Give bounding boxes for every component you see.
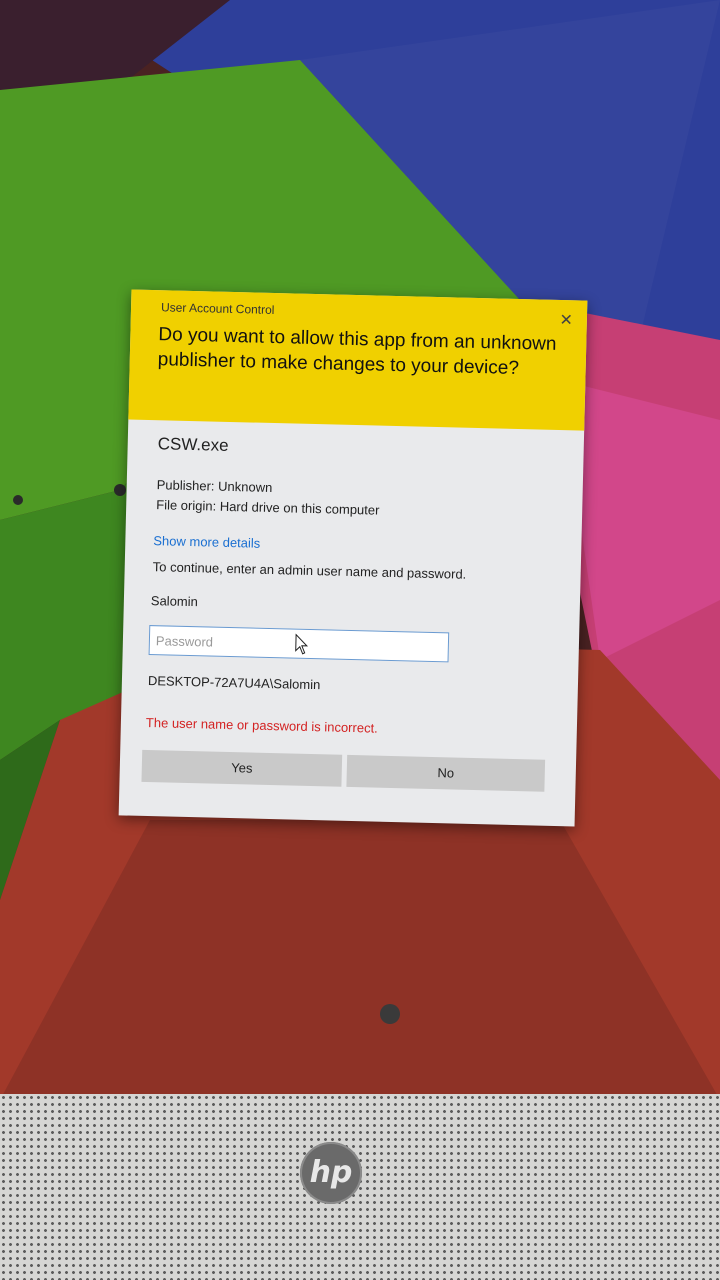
no-button[interactable]: No [346,754,546,792]
uac-question: Do you want to allow this app from an un… [157,324,557,379]
app-name: CSW.exe [157,434,229,455]
uac-dialog: User Account Control ✕ Do you want to al… [118,289,588,827]
monitor-screen: User Account Control ✕ Do you want to al… [0,0,720,1100]
close-icon[interactable]: ✕ [559,310,573,330]
show-more-details-link[interactable]: Show more details [153,533,260,551]
user-name-label: Salomin [150,593,199,610]
admin-instruction: To continue, enter an admin user name an… [152,559,467,582]
mouse-pointer-icon [295,633,309,655]
dialog-title: User Account Control [160,300,275,318]
yes-button[interactable]: Yes [141,749,343,787]
domain-user-label: DESKTOP-72A7U4A\Salomin [147,673,321,693]
error-message: The user name or password is incorrect. [145,714,378,736]
hp-logo: hp [300,1142,362,1204]
uac-header: User Account Control ✕ Do you want to al… [128,289,588,431]
file-origin-line: File origin: Hard drive on this computer [156,497,380,518]
publisher-line: Publisher: Unknown [156,477,273,496]
hp-logo-text: hp [309,1155,353,1190]
